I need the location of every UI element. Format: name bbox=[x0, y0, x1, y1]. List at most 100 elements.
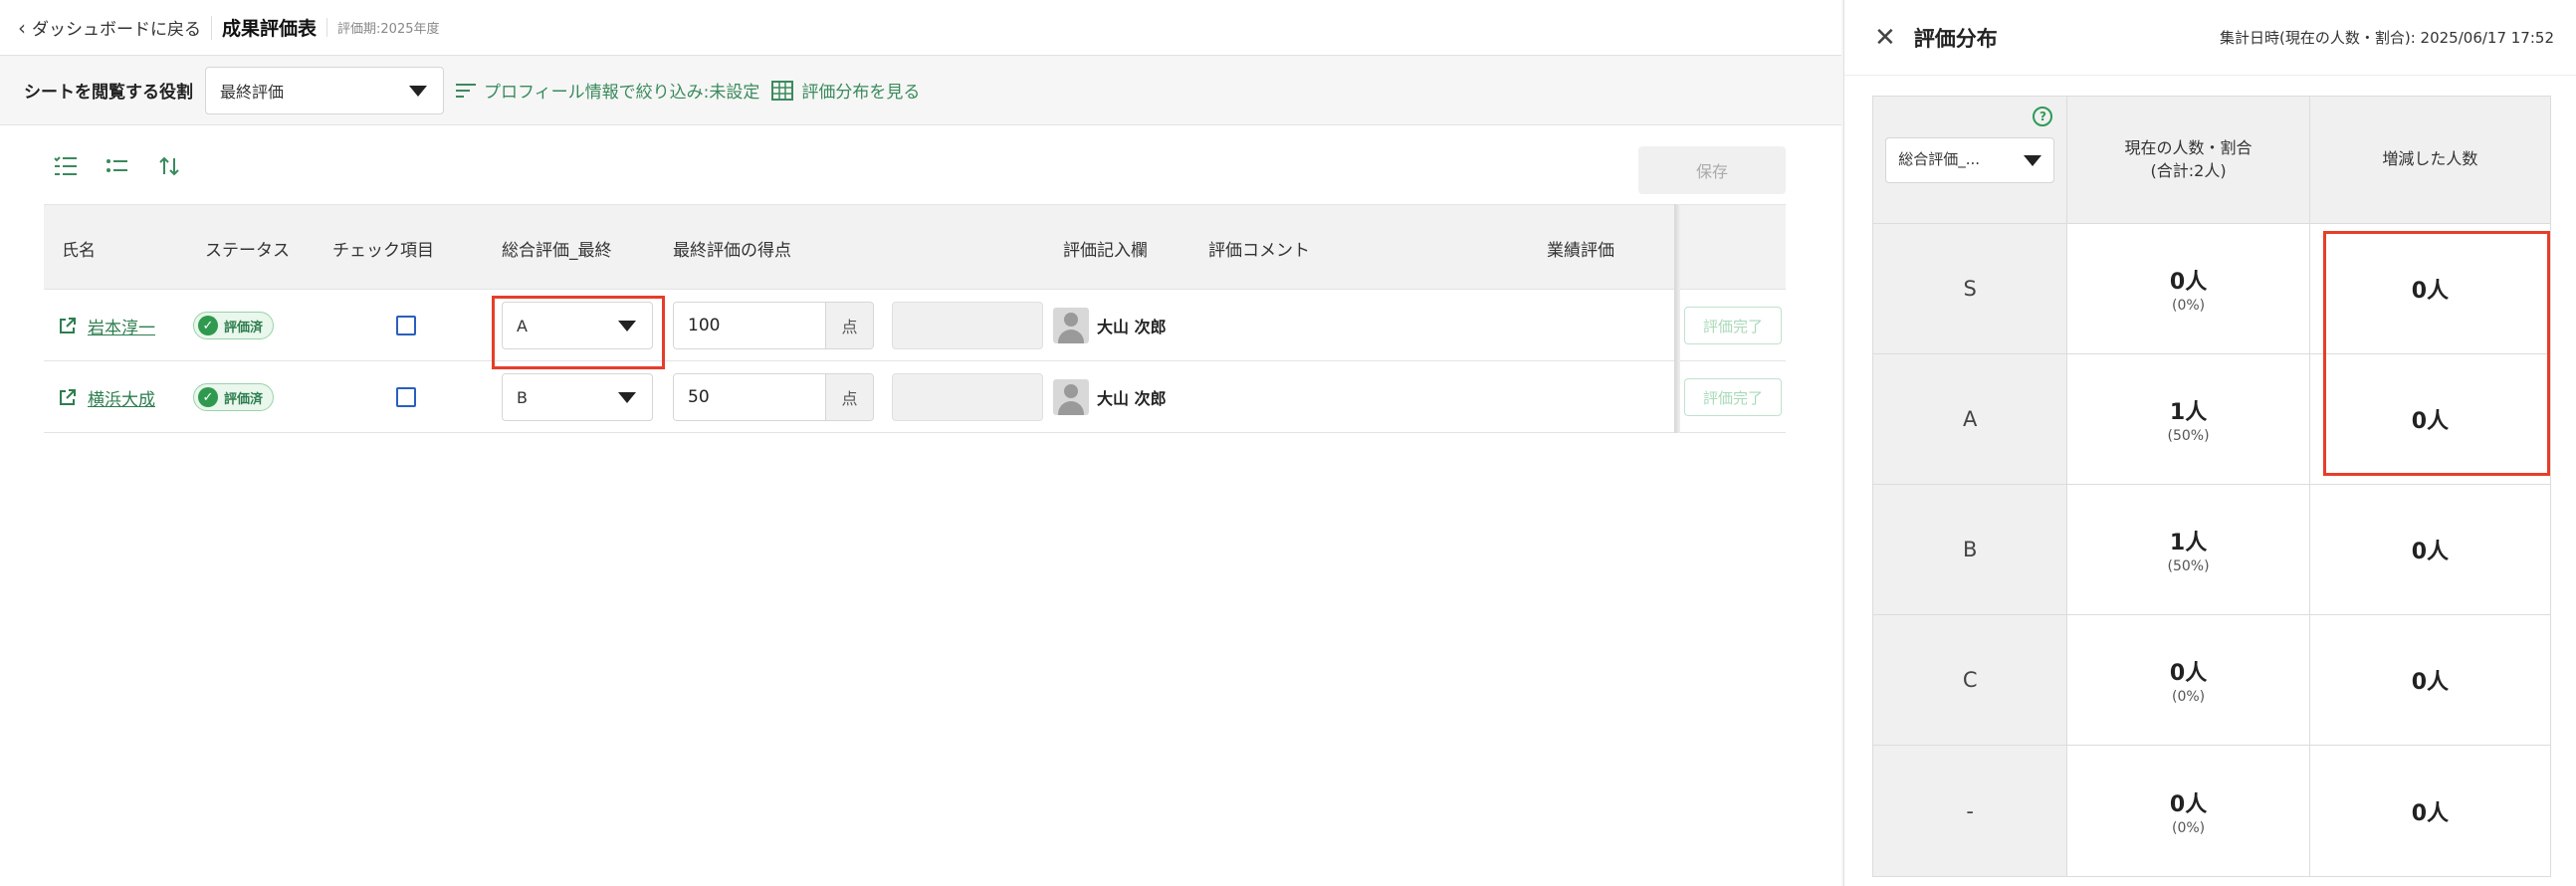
employee-name: 横浜大成 bbox=[88, 389, 155, 410]
distribution-row: S 0人 (0%) 0人 bbox=[1873, 224, 2550, 354]
header-name: 氏名 bbox=[62, 240, 96, 261]
entry-field[interactable] bbox=[892, 373, 1043, 421]
check-item-checkbox[interactable] bbox=[396, 387, 416, 407]
score-input[interactable] bbox=[674, 374, 825, 420]
header-comment: 評価コメント bbox=[1208, 240, 1310, 261]
avatar bbox=[1053, 308, 1089, 343]
status-badge: ✓ 評価済 bbox=[193, 312, 275, 339]
distribution-header: ? 総合評価_... 現在の人数・割合 (合計:2人) 増減した人数 bbox=[1873, 97, 2550, 224]
evaluation-table: 氏名 ステータス チェック項目 総合評価_最終 最終評価の得点 評価記入欄 評価… bbox=[44, 204, 1786, 433]
profile-filter-label: プロフィール情報で絞り込み:未設定 bbox=[484, 83, 760, 103]
header-status: ステータス bbox=[205, 240, 290, 261]
panel-header: ✕ 評価分布 集計日時(現在の人数・割合): 2025/06/17 17:52 bbox=[1844, 0, 2576, 76]
sort-icon[interactable] bbox=[155, 152, 183, 180]
current-count: 0人 bbox=[2169, 791, 2208, 817]
delta-count: 0人 bbox=[2411, 670, 2449, 695]
complete-evaluation-button[interactable]: 評価完了 bbox=[1684, 378, 1782, 416]
evaluation-card: 保存 氏名 ステータス チェック項目 総合評価_最終 最終評価の得点 評価記入欄… bbox=[16, 126, 1841, 886]
delta-count: 0人 bbox=[2411, 540, 2449, 564]
score-field: 点 bbox=[673, 302, 874, 349]
header-check: チェック項目 bbox=[332, 240, 434, 261]
external-link-icon bbox=[60, 389, 76, 405]
grade-value: B bbox=[517, 387, 528, 407]
caret-down-icon bbox=[618, 392, 636, 403]
view-distribution-link[interactable]: 評価分布を見る bbox=[771, 78, 920, 103]
delta-count: 0人 bbox=[2411, 800, 2449, 826]
score-unit: 点 bbox=[825, 374, 873, 420]
current-count: 1人 bbox=[2169, 400, 2208, 425]
header-selector-cell: ? 総合評価_... bbox=[1873, 97, 2068, 223]
employee-link[interactable]: 岩本淳一 bbox=[58, 314, 155, 338]
header-performance: 業績評価 bbox=[1547, 240, 1614, 261]
current-percent: (50%) bbox=[2167, 428, 2210, 444]
current-percent: (0%) bbox=[2171, 298, 2206, 314]
distribution-row: B 1人 (50%) 0人 bbox=[1873, 485, 2550, 615]
grade-select[interactable]: A bbox=[502, 302, 653, 349]
table-grid-icon bbox=[771, 80, 794, 101]
aggregation-date: 集計日時(現在の人数・割合): 2025/06/17 17:52 bbox=[2220, 29, 2554, 47]
employee-link[interactable]: 横浜大成 bbox=[58, 385, 155, 410]
grade-label: - bbox=[1966, 798, 1974, 823]
entry-field[interactable] bbox=[892, 302, 1043, 349]
distribution-row: A 1人 (50%) 0人 bbox=[1873, 354, 2550, 485]
content-area: 保存 氏名 ステータス チェック項目 総合評価_最終 最終評価の得点 評価記入欄… bbox=[16, 126, 1841, 886]
table-header: 氏名 ステータス チェック項目 総合評価_最終 最終評価の得点 評価記入欄 評価… bbox=[44, 204, 1786, 290]
status-badge: ✓ 評価済 bbox=[193, 383, 275, 411]
filter-bar: シートを閲覧する役割 最終評価 プロフィール情報で絞り込み:未設定 評価分布を見… bbox=[0, 56, 1841, 125]
header-delta: 増減した人数 bbox=[2309, 97, 2550, 223]
caret-down-icon bbox=[409, 85, 427, 97]
distribution-table: ? 総合評価_... 現在の人数・割合 (合計:2人) 増減した人数 S 0人 (… bbox=[1872, 96, 2551, 877]
grade-label: A bbox=[1963, 407, 1978, 431]
evaluation-item-select[interactable]: 総合評価_... bbox=[1885, 136, 2055, 183]
current-percent: (50%) bbox=[2167, 558, 2210, 574]
panel-title: 評価分布 bbox=[1913, 26, 1998, 51]
evaluation-item-value: 総合評価_... bbox=[1898, 150, 1981, 168]
help-icon[interactable]: ? bbox=[2033, 107, 2053, 126]
caret-down-icon bbox=[2024, 154, 2042, 166]
role-select-value: 最終評価 bbox=[220, 82, 285, 102]
current-count: 0人 bbox=[2169, 270, 2208, 295]
employee-name: 岩本淳一 bbox=[88, 318, 155, 338]
check-circle-icon: ✓ bbox=[198, 316, 218, 335]
evaluation-period: 評価期:2025年度 bbox=[326, 18, 439, 37]
filter-icon bbox=[456, 83, 476, 98]
top-bar: ‹ ダッシュボードに戻る 成果評価表 評価期:2025年度 bbox=[0, 0, 1841, 56]
external-link-icon bbox=[60, 318, 76, 333]
score-unit: 点 bbox=[825, 303, 873, 348]
complete-evaluation-button[interactable]: 評価完了 bbox=[1684, 307, 1782, 344]
avatar bbox=[1053, 379, 1089, 415]
back-label: ダッシュボードに戻る bbox=[32, 20, 201, 40]
score-field: 点 bbox=[673, 373, 874, 421]
save-button[interactable]: 保存 bbox=[1638, 146, 1786, 194]
grade-value: A bbox=[517, 316, 528, 335]
distribution-row: C 0人 (0%) 0人 bbox=[1873, 615, 2550, 746]
header-delta-label: 増減した人数 bbox=[2382, 149, 2478, 169]
list-icon[interactable] bbox=[104, 152, 131, 180]
check-item-checkbox[interactable] bbox=[396, 316, 416, 335]
score-input[interactable] bbox=[674, 303, 825, 348]
close-icon[interactable]: ✕ bbox=[1874, 25, 1896, 51]
column-settings-icon[interactable] bbox=[52, 152, 80, 180]
grade-select[interactable]: B bbox=[502, 373, 653, 421]
chevron-left-icon: ‹ bbox=[18, 15, 26, 40]
main-area: ‹ ダッシュボードに戻る 成果評価表 評価期:2025年度 シートを閲覧する役割… bbox=[0, 0, 1841, 886]
current-count: 0人 bbox=[2169, 661, 2208, 686]
page-title: 成果評価表 bbox=[222, 18, 318, 40]
sticky-column-divider bbox=[1674, 204, 1680, 433]
table-row: 横浜大成 ✓ 評価済 B 50 点 大山 次郎 評価完了 bbox=[44, 361, 1786, 433]
view-distribution-label: 評価分布を見る bbox=[801, 83, 921, 103]
profile-filter-link[interactable]: プロフィール情報で絞り込み:未設定 bbox=[456, 78, 759, 103]
grade-label: C bbox=[1962, 668, 1978, 692]
distribution-row: - 0人 (0%) 0人 bbox=[1873, 746, 2550, 876]
current-percent: (0%) bbox=[2171, 819, 2206, 836]
table-row: 岩本淳一 ✓ 評価済 A 100 点 大山 次郎 評価完了 bbox=[44, 290, 1786, 361]
delta-count: 0人 bbox=[2411, 409, 2449, 434]
header-current-label: 現在の人数・割合 bbox=[2124, 138, 2253, 158]
caret-down-icon bbox=[618, 321, 636, 332]
back-to-dashboard-link[interactable]: ‹ ダッシュボードに戻る bbox=[18, 15, 201, 41]
header-score: 最終評価の得点 bbox=[673, 240, 791, 261]
role-label: シートを閲覧する役割 bbox=[24, 83, 193, 103]
status-label: 評価済 bbox=[224, 320, 264, 335]
role-select[interactable]: 最終評価 bbox=[205, 66, 444, 114]
header-current: 現在の人数・割合 (合計:2人) bbox=[2067, 97, 2310, 223]
